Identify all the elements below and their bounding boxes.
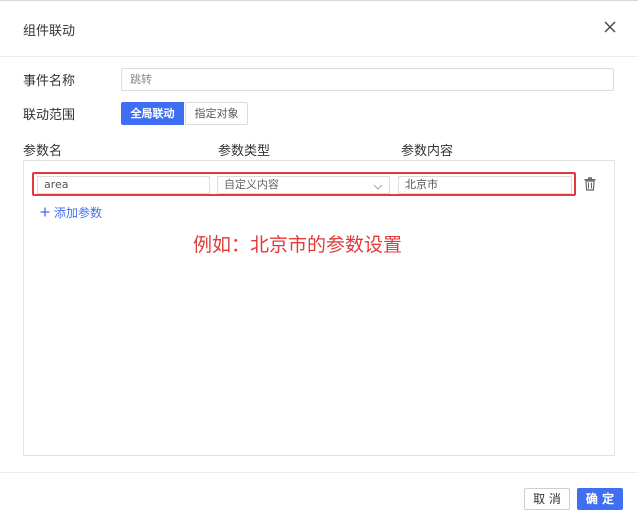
annotation-text: 例如：北京市的参数设置 xyxy=(193,234,403,256)
dialog-title: 组件联动 xyxy=(23,24,76,39)
param-value-input[interactable]: 北京市 xyxy=(398,176,572,194)
param-type-select[interactable]: 自定义内容 xyxy=(217,176,390,194)
footer-divider xyxy=(0,472,638,473)
linkage-dialog: 组件联动 事件名称 跳转 联动范围 全局联动 指定对象 参数名 参数类型 参数内… xyxy=(0,0,638,523)
event-name-input[interactable]: 跳转 xyxy=(121,68,614,91)
scope-label: 联动范围 xyxy=(23,108,76,123)
param-type-value: 自定义内容 xyxy=(224,178,279,191)
plus-icon xyxy=(40,206,52,221)
dialog-header: 组件联动 xyxy=(0,1,638,57)
column-header-param-name: 参数名 xyxy=(23,144,63,159)
scope-target-button[interactable]: 指定对象 xyxy=(185,102,248,125)
event-name-label: 事件名称 xyxy=(23,74,76,89)
chevron-down-icon xyxy=(373,180,383,196)
add-param-button[interactable]: 添加参数 xyxy=(40,204,102,221)
close-icon[interactable] xyxy=(603,20,619,36)
confirm-button[interactable]: 确 定 xyxy=(577,488,623,510)
cancel-button[interactable]: 取 消 xyxy=(524,488,570,510)
trash-icon[interactable] xyxy=(584,177,598,193)
column-header-param-value: 参数内容 xyxy=(401,144,454,159)
column-header-param-type: 参数类型 xyxy=(218,144,271,159)
params-panel xyxy=(23,160,615,456)
scope-global-button[interactable]: 全局联动 xyxy=(121,102,184,125)
param-name-input[interactable]: area xyxy=(37,176,210,194)
add-param-label: 添加参数 xyxy=(54,206,103,220)
